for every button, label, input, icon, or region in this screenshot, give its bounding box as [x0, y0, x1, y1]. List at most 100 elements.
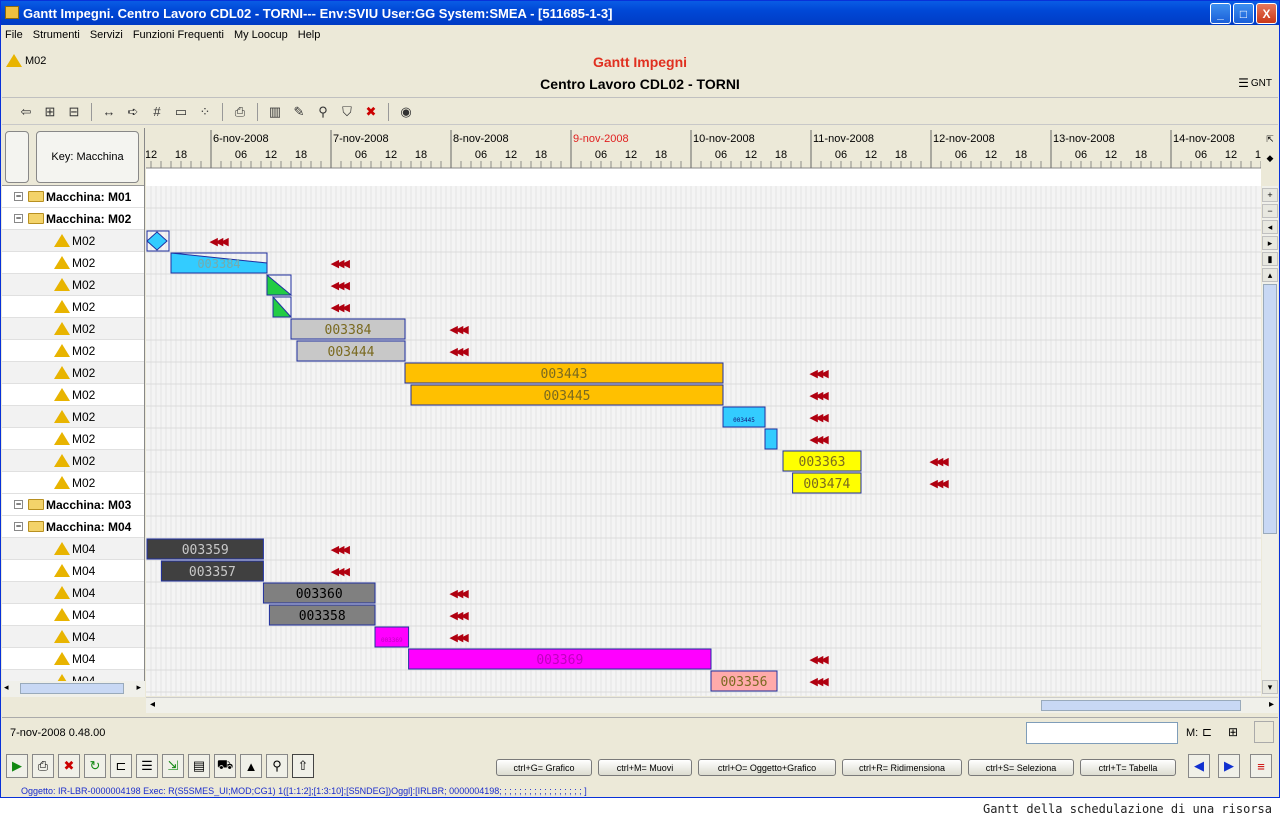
gantt-chart[interactable]: 06 12 18 6-nov-2008 06 12 18 7-nov-2008 06 12 18 8-… [146, 128, 1261, 696]
tree-item-row[interactable]: M02 [2, 472, 144, 494]
gnt-indicator[interactable]: ☰ GNT [1238, 76, 1272, 90]
tree-item-row[interactable]: M04 [2, 604, 144, 626]
grid-icon[interactable]: # [147, 102, 167, 122]
tree-item-row[interactable]: M02 [2, 252, 144, 274]
menu-file[interactable]: File [5, 29, 23, 41]
chart-horizontal-scrollbar[interactable]: ◂ ▸ [146, 697, 1278, 713]
shortcut-oggetto-grafico[interactable]: ctrl+O= Oggetto+Grafico [698, 759, 836, 776]
key-button[interactable]: Key: Macchina [36, 131, 139, 183]
zoom-in-icon[interactable]: + [1262, 188, 1278, 202]
grid-icon[interactable]: ⊞ [1228, 725, 1238, 739]
menu-icon[interactable]: ≡ [1250, 754, 1272, 778]
tree-icon[interactable]: ⊏ [1202, 725, 1212, 739]
tree-item-row[interactable]: M02 [2, 296, 144, 318]
tree-item-row[interactable]: M02 [2, 384, 144, 406]
tree-icon[interactable]: ⊏ [110, 754, 132, 778]
columns-icon[interactable]: ▥ [265, 102, 285, 122]
tree-horizontal-scrollbar[interactable]: ◂ ▸ [2, 681, 145, 697]
scroll-left-icon[interactable]: ◂ [150, 699, 155, 710]
shortcut-seleziona[interactable]: ctrl+S= Seleziona [968, 759, 1074, 776]
print-icon[interactable]: ⎙ [32, 754, 54, 778]
view-icon[interactable]: ◉ [396, 102, 416, 122]
collapse-icon[interactable]: ⇱ [1262, 134, 1278, 145]
scroll-thumb[interactable] [1263, 284, 1277, 534]
corner-button[interactable] [5, 131, 29, 183]
tree-item-row[interactable]: M04 [2, 560, 144, 582]
cursor-icon[interactable]: ⇧ [292, 754, 314, 778]
collapse-toggle-icon[interactable]: − [14, 192, 23, 201]
tree-item-row[interactable]: M02 [2, 428, 144, 450]
scroll-thumb[interactable] [1041, 700, 1241, 711]
export-icon[interactable]: ⇲ [162, 754, 184, 778]
menu-funzioni-frequenti[interactable]: Funzioni Frequenti [133, 29, 224, 41]
tree-group-row[interactable]: − Macchina: M02 [2, 208, 144, 230]
print-icon[interactable]: ⎙ [230, 102, 250, 122]
cart-icon[interactable]: ⛟ [214, 754, 236, 778]
scroll-down-icon[interactable]: ▾ [1262, 680, 1278, 694]
previous-icon[interactable]: ◀ [1188, 754, 1210, 778]
filter-icon[interactable]: ⛉ [337, 102, 357, 122]
collapse-toggle-icon[interactable]: − [14, 214, 23, 223]
play-icon[interactable]: ▶ [6, 754, 28, 778]
menu-servizi[interactable]: Servizi [90, 29, 123, 41]
refresh-icon[interactable]: ↻ [84, 754, 106, 778]
vertical-scrollbar[interactable]: + − ◂ ▸ ▮ ▴ ▾ [1262, 186, 1278, 696]
menu-strumenti[interactable]: Strumenti [33, 29, 80, 41]
fit-width-icon[interactable]: ↔ [99, 102, 119, 122]
shortcut-ridimensiona[interactable]: ctrl+R= Ridimensiona [842, 759, 962, 776]
tree-item-row[interactable]: M02 [2, 274, 144, 296]
zoom-icon[interactable]: ◆ [1262, 153, 1278, 164]
tree-item-row[interactable]: M04 [2, 582, 144, 604]
chart-icon[interactable]: ▲ [240, 754, 262, 778]
status-input[interactable] [1026, 722, 1178, 744]
shortcut-muovi[interactable]: ctrl+M= Muovi [598, 759, 692, 776]
next-icon[interactable]: ▶ [1218, 754, 1240, 778]
zoom-icon[interactable]: ⚲ [266, 754, 288, 778]
tree-group-row[interactable]: − Macchina: M03 [2, 494, 144, 516]
scroll-left-icon[interactable]: ◂ [4, 682, 9, 693]
tree-collapse-icon[interactable]: ⊟ [64, 102, 84, 122]
tree-item-row[interactable]: M02 [2, 406, 144, 428]
tree-item-row[interactable]: M02 [2, 362, 144, 384]
shortcut-grafico[interactable]: ctrl+G= Grafico [496, 759, 592, 776]
hour-label: 12 [985, 149, 997, 161]
menu-my-loocup[interactable]: My Loocup [234, 29, 288, 41]
collapse-toggle-icon[interactable]: − [14, 522, 23, 531]
edit-icon[interactable]: ✎ [289, 102, 309, 122]
collapse-toggle-icon[interactable]: − [14, 500, 23, 509]
shortcut-tabella[interactable]: ctrl+T= Tabella [1080, 759, 1176, 776]
move-right-icon[interactable]: ➪ [123, 102, 143, 122]
scroll-left-small-icon[interactable]: ◂ [1262, 220, 1278, 234]
scroll-right-small-icon[interactable]: ▸ [1262, 236, 1278, 250]
tree-item-row[interactable]: M02 [2, 340, 144, 362]
tree-expand-icon[interactable]: ⊞ [40, 102, 60, 122]
list-icon[interactable]: ☰ [136, 754, 158, 778]
document-icon[interactable]: ▤ [188, 754, 210, 778]
scroll-up-icon[interactable]: ▴ [1262, 268, 1278, 282]
maximize-button[interactable]: □ [1233, 3, 1254, 24]
tree-group-row[interactable]: − Macchina: M04 [2, 516, 144, 538]
gantt-bar[interactable] [764, 428, 778, 450]
delete-icon[interactable]: ✖ [58, 754, 80, 778]
close-button[interactable]: X [1256, 3, 1277, 24]
scroll-right-icon[interactable]: ▸ [1269, 699, 1274, 710]
minimize-button[interactable]: _ [1210, 3, 1231, 24]
clear-filter-icon[interactable]: ✖ [361, 102, 381, 122]
back-icon[interactable]: ⇦ [16, 102, 36, 122]
tree-item-row[interactable]: M02 [2, 230, 144, 252]
scroll-thumb[interactable] [20, 683, 124, 694]
scroll-right-icon[interactable]: ▸ [136, 682, 141, 693]
tree-group-row[interactable]: − Macchina: M01 [2, 186, 144, 208]
stop-icon[interactable]: ▮ [1262, 252, 1278, 266]
zoom-out-icon[interactable]: − [1262, 204, 1278, 218]
gantt-svg[interactable]: 06 12 18 6-nov-2008 06 12 18 7-nov-2008 06 12 18 8-… [146, 128, 1261, 696]
tree-item-row[interactable]: M02 [2, 450, 144, 472]
tree-item-row[interactable]: M04 [2, 648, 144, 670]
tree-item-row[interactable]: M02 [2, 318, 144, 340]
tree-item-row[interactable]: M04 [2, 626, 144, 648]
search-icon[interactable]: ⚲ [313, 102, 333, 122]
tree-item-row[interactable]: M04 [2, 538, 144, 560]
dots-icon[interactable]: ⁘ [195, 102, 215, 122]
bar-icon[interactable]: ▭ [171, 102, 191, 122]
menu-help[interactable]: Help [298, 29, 321, 41]
